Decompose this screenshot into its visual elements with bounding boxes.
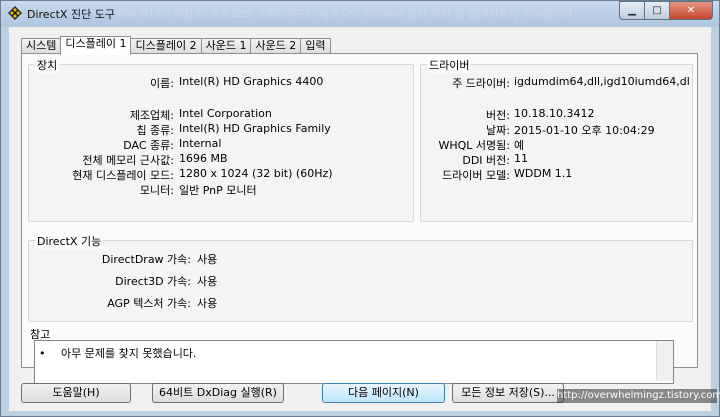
notes-scrollbar[interactable]: [656, 341, 673, 381]
next-page-button[interactable]: 다음 페이지(N): [322, 383, 445, 403]
tab-display-1[interactable]: 디스플레이 1: [60, 36, 132, 55]
driver-row: 주 드라이버: igdumdim64,dll,igd10iumd64,dll,i…: [421, 75, 694, 90]
manufacturer-label: 제조업체:: [129, 109, 174, 122]
agp-value: 사용: [197, 297, 218, 310]
device-group: 장치 이름: Intel(R) HD Graphics 4400 제조업체: I…: [28, 57, 415, 222]
tab-sound-2[interactable]: 사운드 2: [250, 38, 302, 54]
date-label: 날짜:: [486, 124, 510, 137]
background-window-title: 현재 모니터 해상도, 노트북의 그래픽카드는 제조사의 드라이버 정보 확인 …: [116, 8, 573, 21]
main-driver-label: 주 드라이버:: [452, 77, 510, 90]
driver-group: 드라이버 주 드라이버: igdumdim64,dll,igd10iumd64,…: [420, 57, 694, 222]
ddi-version-value: 11: [514, 152, 528, 165]
directx-icon: [8, 6, 22, 20]
tab-display-2[interactable]: 디스플레이 2: [130, 38, 202, 54]
directx-row: DirectDraw 가속: 사용: [29, 251, 694, 266]
device-row: 현재 디스플레이 모드: 1280 x 1024 (32 bit) (60Hz): [29, 167, 415, 182]
manufacturer-value: Intel Corporation: [179, 107, 272, 120]
device-row: 이름: Intel(R) HD Graphics 4400: [29, 75, 415, 90]
monitor-value: 일반 PnP 모니터: [179, 184, 257, 197]
directx-group-title: DirectX 기능: [35, 233, 104, 249]
notes-textbox[interactable]: • 아무 문제를 찾지 못했습니다.: [34, 340, 674, 384]
notes-item: • 아무 문제를 찾지 못했습니다.: [39, 345, 196, 361]
tab-strip: 시스템 디스플레이 1 디스플레이 2 사운드 1 사운드 2 입력: [21, 36, 331, 55]
device-group-title: 장치: [35, 57, 60, 73]
version-value: 10.18.10.3412: [514, 107, 595, 120]
driver-group-title: 드라이버: [427, 57, 472, 73]
maximize-button[interactable]: □: [645, 1, 670, 20]
directdraw-value: 사용: [197, 253, 218, 266]
driver-row: DDI 버전: 11: [421, 152, 694, 167]
driver-row: 드라이버 모델: WDDM 1.1: [421, 167, 694, 182]
ddi-version-label: DDI 버전:: [462, 154, 510, 167]
directx-row: AGP 텍스처 가속: 사용: [29, 295, 694, 310]
dac-type-label: DAC 종류:: [123, 139, 174, 152]
tab-system[interactable]: 시스템: [21, 38, 62, 54]
device-row: 칩 종류: Intel(R) HD Graphics Family: [29, 122, 415, 137]
window-title: DirectX 진단 도구: [27, 8, 115, 21]
tab-input[interactable]: 입력: [300, 38, 331, 54]
device-name-value: Intel(R) HD Graphics 4400: [179, 75, 324, 88]
total-memory-label: 전체 메모리 근사값:: [82, 154, 174, 167]
device-row: 제조업체: Intel Corporation: [29, 107, 415, 122]
driver-row: 버전: 10.18.10.3412: [421, 107, 694, 122]
directx-row: Direct3D 가속: 사용: [29, 273, 694, 288]
dxdiag-window: DirectX 진단 도구 현재 모니터 해상도, 노트북의 그래픽카드는 제조…: [0, 0, 720, 417]
client-area: 시스템 디스플레이 1 디스플레이 2 사운드 1 사운드 2 입력 장치 이름…: [9, 27, 711, 411]
device-name-label: 이름:: [150, 77, 174, 90]
dac-type-value: Internal: [179, 137, 222, 150]
help-button[interactable]: 도움말(H): [21, 383, 131, 403]
save-all-info-button[interactable]: 모든 정보 저장(S)...: [452, 383, 564, 403]
tab-panel: 장치 이름: Intel(R) HD Graphics 4400 제조업체: I…: [21, 53, 698, 384]
total-memory-value: 1696 MB: [179, 152, 228, 165]
driver-model-label: 드라이버 모델:: [442, 169, 510, 182]
version-label: 버전:: [486, 109, 510, 122]
run-64bit-dxdiag-button[interactable]: 64비트 DxDiag 실행(R): [152, 383, 284, 403]
display-mode-value: 1280 x 1024 (32 bit) (60Hz): [179, 167, 333, 180]
close-button[interactable]: ✕: [670, 1, 713, 20]
tab-sound-1[interactable]: 사운드 1: [200, 38, 252, 54]
whql-label: WHQL 서명됨:: [438, 139, 511, 152]
driver-row: WHQL 서명됨: 예: [421, 137, 694, 152]
monitor-label: 모니터:: [139, 184, 174, 197]
driver-model-value: WDDM 1.1: [514, 167, 573, 180]
chip-type-label: 칩 종류:: [136, 124, 174, 137]
driver-row: 날짜: 2015-01-10 오후 10:04:29: [421, 122, 694, 137]
minimize-button[interactable]: ▁: [619, 1, 645, 20]
direct3d-label: Direct3D 가속:: [115, 275, 191, 288]
caption-buttons: ▁ □ ✕: [619, 1, 713, 20]
main-driver-value: igdumdim64,dll,igd10iumd64,dll,igd10: [514, 75, 689, 88]
directx-features-group: DirectX 기능 DirectDraw 가속: 사용 Direct3D 가속…: [28, 233, 694, 322]
device-row: DAC 종류: Internal: [29, 137, 415, 152]
whql-value: 예: [514, 139, 525, 152]
watermark: http://overwhelmingz.tistory.com: [557, 389, 720, 403]
chip-type-value: Intel(R) HD Graphics Family: [179, 122, 331, 135]
title-bar[interactable]: DirectX 진단 도구 현재 모니터 해상도, 노트북의 그래픽카드는 제조…: [1, 1, 719, 27]
agp-label: AGP 텍스처 가속:: [107, 297, 191, 310]
directdraw-label: DirectDraw 가속:: [101, 253, 191, 266]
notes-item-text: 아무 문제를 찾지 못했습니다.: [61, 347, 197, 360]
date-value: 2015-01-10 오후 10:04:29: [514, 124, 655, 137]
display-mode-label: 현재 디스플레이 모드:: [72, 169, 174, 182]
device-row: 전체 메모리 근사값: 1696 MB: [29, 152, 415, 167]
device-row: 모니터: 일반 PnP 모니터: [29, 182, 415, 197]
bullet-icon: •: [39, 347, 46, 360]
notes-group: 참고 • 아무 문제를 찾지 못했습니다.: [28, 326, 693, 384]
direct3d-value: 사용: [197, 275, 218, 288]
